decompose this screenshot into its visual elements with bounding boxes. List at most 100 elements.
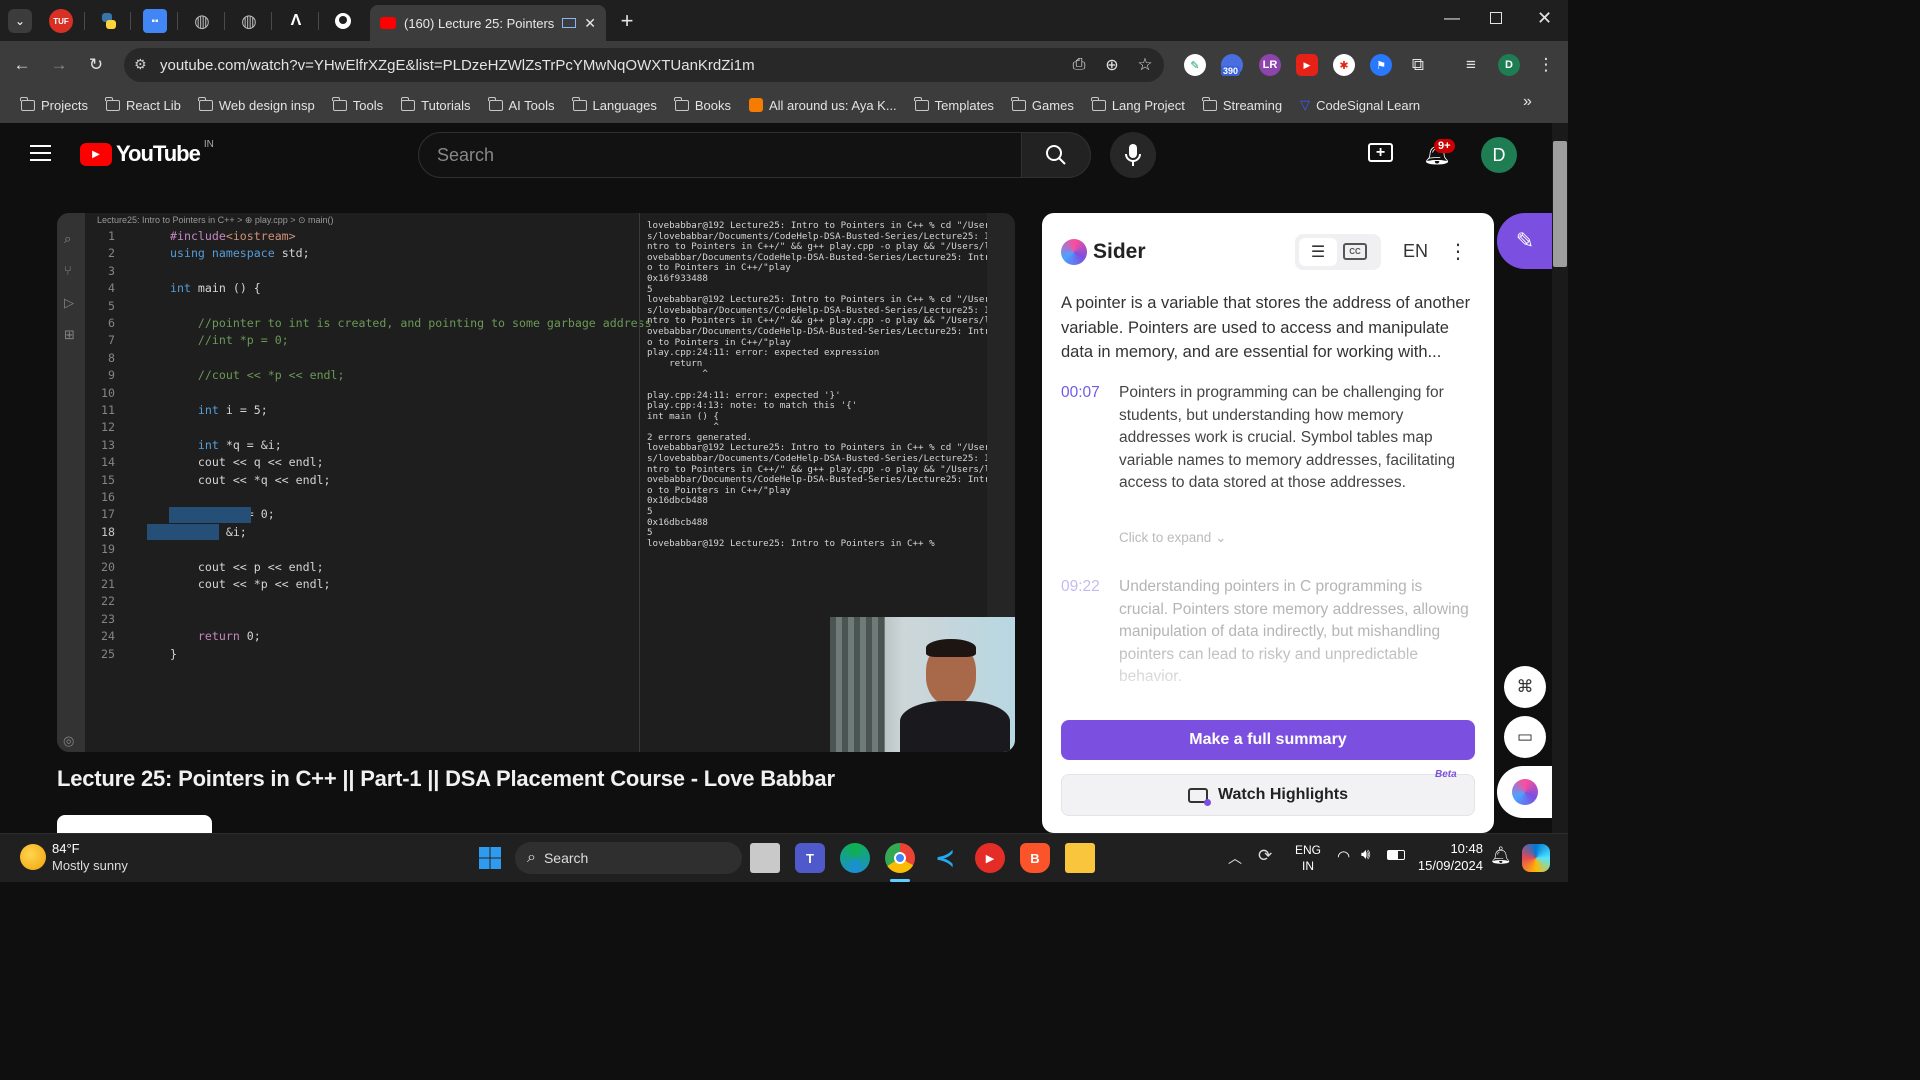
extensions-puzzle-icon[interactable]: ⧉ (1406, 53, 1430, 77)
bookmark-aya[interactable]: All around us: Aya K... (740, 91, 906, 119)
folder-icon (105, 96, 120, 111)
clock-time[interactable]: 10:48 (1419, 841, 1483, 856)
copilot-icon[interactable] (1522, 844, 1550, 872)
bookmark-templates[interactable]: Templates (906, 91, 1003, 119)
code-line: 1 #include<iostream> (85, 229, 640, 246)
page-scrollbar[interactable] (1552, 123, 1568, 833)
bookmark-tutorials[interactable]: Tutorials (392, 91, 479, 119)
teams-icon[interactable]: T (795, 843, 825, 873)
tab-tuf-icon[interactable]: TUF (49, 9, 73, 33)
vscode-icon[interactable]: ≺ (930, 843, 960, 873)
bookmark-ai-tools[interactable]: AI Tools (480, 91, 564, 119)
tab-globe-icon[interactable]: ◍ (237, 9, 261, 33)
volume-icon[interactable]: 🔊︎ (1361, 846, 1370, 863)
bookmark-games[interactable]: Games (1003, 91, 1083, 119)
more-options-icon[interactable]: ⋮ (1448, 239, 1468, 264)
task-view-icon[interactable] (750, 843, 780, 873)
click-to-expand[interactable]: Click to expand ⌄ (1119, 530, 1226, 546)
bookmark-web-design[interactable]: Web design insp (190, 91, 324, 119)
bookmark-lang-project[interactable]: Lang Project (1083, 91, 1194, 119)
account-avatar[interactable]: D (1481, 137, 1517, 173)
voice-search-button[interactable] (1110, 132, 1156, 178)
bookmark-tools[interactable]: Tools (324, 91, 392, 119)
chrome-icon[interactable] (885, 843, 915, 873)
edge-icon[interactable] (840, 843, 870, 873)
address-bar[interactable]: ⚙ youtube.com/watch?v=YHwElfrXZgE&list=P… (124, 48, 1164, 82)
tab-github-icon[interactable] (331, 9, 355, 33)
timestamp-link[interactable]: 09:22 (1061, 576, 1100, 599)
extension-chat-icon[interactable]: ✱ (1333, 54, 1355, 76)
minimize-icon[interactable]: — (1444, 10, 1460, 28)
chrome-menu-icon[interactable]: ⋮ (1534, 53, 1558, 77)
install-app-icon[interactable]: ⎙ (1067, 53, 1091, 77)
hamburger-menu-icon[interactable] (30, 145, 51, 161)
extension-yt-icon[interactable]: ▶ (1296, 54, 1318, 76)
reader-book-icon[interactable]: ▭ (1504, 716, 1546, 758)
extension-flag-icon[interactable]: ⚑ (1370, 54, 1392, 76)
tab-search-button[interactable]: ⌄ (8, 9, 32, 33)
new-tab-icon[interactable]: + (615, 8, 639, 33)
more-bookmarks-icon[interactable]: » (1523, 93, 1532, 111)
channel-card[interactable] (57, 815, 212, 833)
sider-float-button[interactable]: ✎ (1497, 213, 1553, 269)
bookmark-projects[interactable]: Projects (12, 91, 97, 119)
tab-app-icon[interactable]: ▪▪ (143, 9, 167, 33)
bookmark-codesignal[interactable]: ▽ CodeSignal Learn (1291, 91, 1429, 119)
restore-icon[interactable] (1490, 12, 1502, 24)
sider-brain-button[interactable] (1497, 766, 1553, 818)
input-language[interactable]: ENG IN (1295, 842, 1321, 874)
close-window-icon[interactable]: ✕ (1537, 8, 1552, 29)
line-number: 8 (108, 350, 115, 365)
clock-date[interactable]: 15/09/2024 (1415, 858, 1483, 873)
zoom-icon[interactable]: ⊕ (1100, 53, 1124, 77)
create-video-icon[interactable]: + (1368, 143, 1393, 162)
code-text: int main () { (170, 281, 261, 296)
close-tab-icon[interactable]: ✕ (584, 15, 596, 32)
list-view-icon[interactable]: ☰ (1299, 238, 1337, 266)
extension-lr-icon[interactable]: LR (1259, 54, 1281, 76)
media-control-icon[interactable]: ≡ (1459, 53, 1483, 77)
brave-icon[interactable]: B (1020, 843, 1050, 873)
make-full-summary-button[interactable]: Make a full summary (1061, 720, 1475, 760)
language-selector[interactable]: EN (1403, 241, 1428, 262)
youtube-music-icon[interactable]: ▶ (975, 843, 1005, 873)
profile-avatar[interactable]: D (1498, 54, 1520, 76)
show-hidden-icons[interactable]: ︿ (1228, 848, 1242, 868)
file-explorer-icon[interactable] (1065, 843, 1095, 873)
bookmark-books[interactable]: Books (666, 91, 740, 119)
search-button[interactable] (1021, 132, 1091, 178)
sider-brain-icon (1512, 779, 1538, 805)
captions-icon[interactable]: CC (1343, 243, 1367, 260)
sync-icon[interactable]: ⟳ (1258, 846, 1272, 866)
watch-highlights-button[interactable]: Watch Highlights (1061, 774, 1475, 816)
tab-python-icon[interactable] (97, 9, 121, 33)
bookmark-streaming[interactable]: Streaming (1194, 91, 1291, 119)
back-icon[interactable]: ← (10, 53, 34, 77)
tab-globe-icon[interactable]: ◍ (190, 9, 214, 33)
taskbar-search[interactable]: ⌕ Search (515, 842, 742, 874)
extension-counter-icon[interactable]: 390 (1221, 54, 1243, 76)
bookmark-star-icon[interactable]: ☆ (1133, 53, 1157, 77)
line-number: 18 (101, 524, 115, 539)
battery-icon[interactable] (1387, 850, 1405, 860)
site-info-icon[interactable]: ⚙ (134, 56, 147, 73)
translate-icon[interactable]: ⌘ (1504, 666, 1546, 708)
reload-icon[interactable]: ↻ (84, 53, 108, 77)
weather-desc[interactable]: Mostly sunny (52, 858, 128, 873)
bookmark-languages[interactable]: Languages (564, 91, 666, 119)
timestamp-link[interactable]: 00:07 (1061, 382, 1100, 405)
notification-center-icon[interactable]: 🔔︎ (1490, 846, 1512, 866)
youtube-logo[interactable]: ▶ YouTube IN (80, 139, 214, 167)
weather-temp[interactable]: 84°F (52, 841, 80, 856)
bookmark-react-lib[interactable]: React Lib (97, 91, 190, 119)
weather-sun-icon[interactable] (20, 844, 46, 870)
forward-icon[interactable]: → (47, 53, 71, 77)
scrollbar-thumb[interactable] (1553, 141, 1567, 267)
tab-a-icon[interactable]: Λ (284, 9, 308, 33)
windows-start-icon[interactable] (475, 843, 505, 873)
search-input[interactable]: Search (418, 132, 1022, 178)
active-tab[interactable]: (160) Lecture 25: Pointers in ✕ (370, 5, 606, 41)
wifi-icon[interactable]: ◠ (1337, 847, 1350, 865)
video-player[interactable]: ⌕ ⑂ ▷ ⊞ ◎ Lecture25: Intro to Pointers i… (57, 213, 1015, 752)
extension-pen-icon[interactable]: ✎ (1184, 54, 1206, 76)
